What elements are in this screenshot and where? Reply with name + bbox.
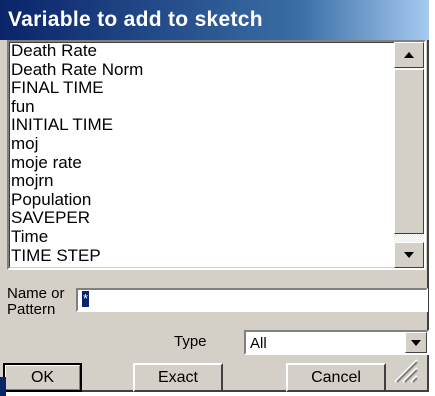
chevron-down-icon	[411, 339, 421, 346]
list-item[interactable]: SAVEPER	[11, 209, 396, 228]
list-item[interactable]: moje rate	[11, 153, 396, 173]
ok-button[interactable]: OK	[3, 363, 82, 392]
list-item[interactable]: TIME STEP	[11, 246, 396, 266]
type-select[interactable]: All	[244, 330, 429, 355]
scroll-up-button[interactable]	[394, 42, 424, 68]
exact-button[interactable]: Exact	[133, 363, 223, 392]
name-pattern-label: Name or Pattern	[7, 285, 65, 318]
list-item[interactable]: Death Rate Norm	[11, 60, 396, 80]
list-scrollbar[interactable]	[394, 42, 424, 268]
variable-dialog: Variable to add to sketch Death Rate Dea…	[0, 0, 429, 392]
type-selected-value: All	[250, 335, 267, 352]
list-item[interactable]: Population	[11, 190, 396, 210]
name-pattern-input[interactable]	[76, 288, 428, 312]
list-item[interactable]: Time	[11, 227, 396, 247]
resize-grip-icon[interactable]	[389, 354, 419, 384]
list-item[interactable]: moj	[11, 134, 396, 154]
window-edge-marker	[0, 377, 6, 396]
list-item[interactable]: INITIAL TIME	[11, 116, 396, 135]
up-arrow-icon	[404, 52, 414, 58]
variable-list-items: Death Rate Death Rate Norm FINAL TIME fu…	[11, 42, 396, 265]
scroll-thumb[interactable]	[394, 69, 424, 234]
list-item[interactable]: FINAL TIME	[11, 79, 396, 98]
variable-list[interactable]: Death Rate Death Rate Norm FINAL TIME fu…	[7, 40, 426, 270]
list-item[interactable]: mojrn	[11, 172, 396, 191]
type-label: Type	[174, 333, 207, 350]
down-arrow-icon	[404, 252, 414, 258]
scroll-down-button[interactable]	[394, 242, 424, 268]
dialog-title: Variable to add to sketch	[0, 0, 429, 40]
name-pattern-value: *	[82, 291, 90, 307]
type-dropdown-button[interactable]	[405, 332, 427, 353]
list-item[interactable]: fun	[11, 97, 396, 117]
cancel-button[interactable]: Cancel	[286, 363, 386, 392]
list-item[interactable]: Death Rate	[11, 42, 396, 61]
